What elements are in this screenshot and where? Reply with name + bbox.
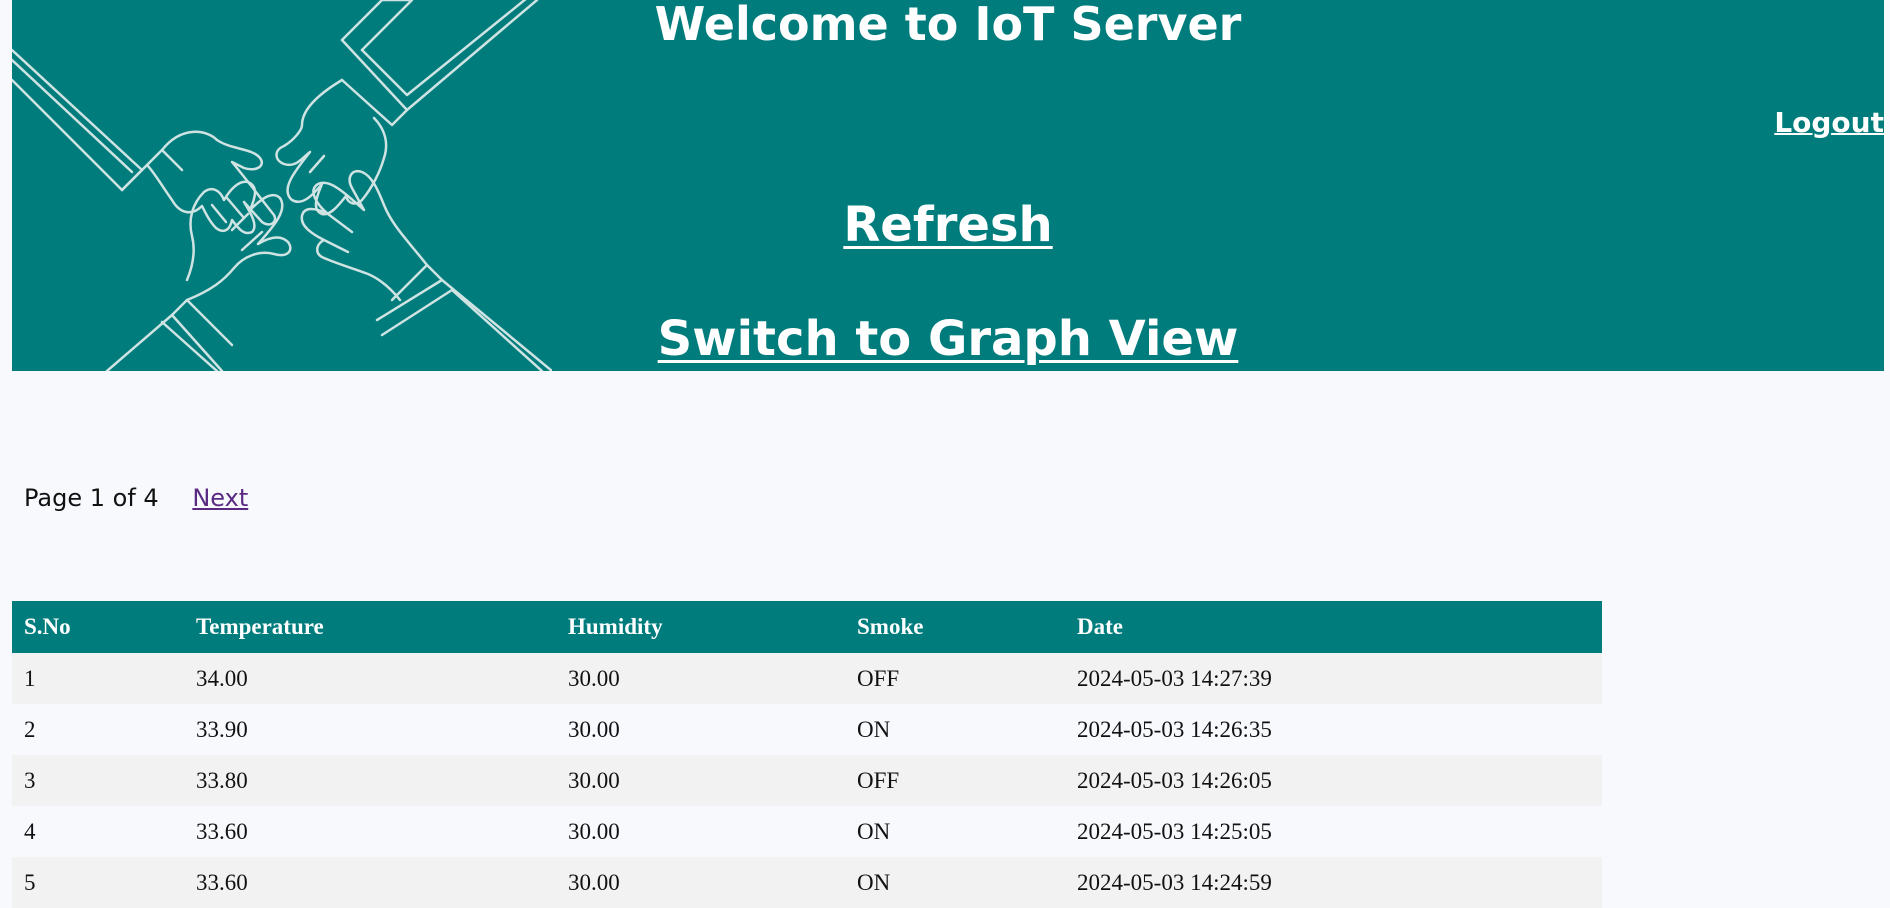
column-header-smoke: Smoke	[845, 601, 1065, 653]
column-header-sno: S.No	[12, 601, 184, 653]
cell-sno: 3	[12, 755, 184, 806]
cell-humidity: 30.00	[556, 806, 845, 857]
cell-sno: 4	[12, 806, 184, 857]
cell-temperature: 33.60	[184, 857, 556, 908]
cell-smoke: ON	[845, 704, 1065, 755]
cell-sno: 5	[12, 857, 184, 908]
column-header-temperature: Temperature	[184, 601, 556, 653]
page-title: Welcome to IoT Server	[654, 0, 1242, 51]
cell-temperature: 33.80	[184, 755, 556, 806]
next-page-link[interactable]: Next	[192, 484, 248, 512]
switch-to-graph-view-link[interactable]: Switch to Graph View	[12, 309, 1884, 369]
table-row: 2 33.90 30.00 ON 2024-05-03 14:26:35	[12, 704, 1602, 755]
cell-sno: 2	[12, 704, 184, 755]
pagination: Page 1 of 4 Next	[24, 480, 248, 516]
cell-humidity: 30.00	[556, 704, 845, 755]
cell-date: 2024-05-03 14:26:35	[1065, 704, 1602, 755]
page-header: Welcome to IoT Server Logout Refresh Swi…	[12, 0, 1884, 371]
table-row: 3 33.80 30.00 OFF 2024-05-03 14:26:05	[12, 755, 1602, 806]
refresh-link[interactable]: Refresh	[12, 195, 1884, 255]
table-row: 4 33.60 30.00 ON 2024-05-03 14:25:05	[12, 806, 1602, 857]
cell-temperature: 33.90	[184, 704, 556, 755]
cell-temperature: 34.00	[184, 653, 556, 704]
cell-temperature: 33.60	[184, 806, 556, 857]
cell-smoke: OFF	[845, 755, 1065, 806]
cell-sno: 1	[12, 653, 184, 704]
cell-date: 2024-05-03 14:27:39	[1065, 653, 1602, 704]
table-row: 1 34.00 30.00 OFF 2024-05-03 14:27:39	[12, 653, 1602, 704]
table-row: 5 33.60 30.00 ON 2024-05-03 14:24:59	[12, 857, 1602, 908]
cell-humidity: 30.00	[556, 653, 845, 704]
cell-smoke: ON	[845, 806, 1065, 857]
column-header-date: Date	[1065, 601, 1602, 653]
cell-date: 2024-05-03 14:26:05	[1065, 755, 1602, 806]
table-header-row: S.No Temperature Humidity Smoke Date	[12, 601, 1602, 653]
cell-smoke: OFF	[845, 653, 1065, 704]
page-status: Page 1 of 4	[24, 484, 159, 512]
cell-smoke: ON	[845, 857, 1065, 908]
cell-date: 2024-05-03 14:24:59	[1065, 857, 1602, 908]
cell-humidity: 30.00	[556, 755, 845, 806]
logout-link[interactable]: Logout	[1774, 105, 1884, 141]
cell-humidity: 30.00	[556, 857, 845, 908]
cell-date: 2024-05-03 14:25:05	[1065, 806, 1602, 857]
sensor-data-table: S.No Temperature Humidity Smoke Date 1 3…	[12, 601, 1602, 908]
column-header-humidity: Humidity	[556, 601, 845, 653]
